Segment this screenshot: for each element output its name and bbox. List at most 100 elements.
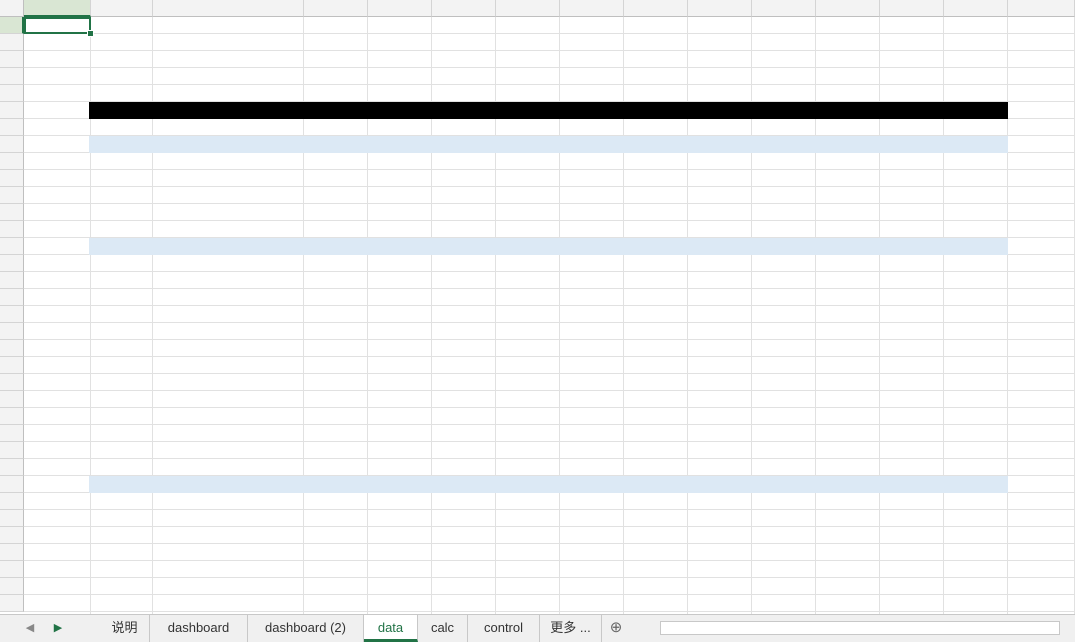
data-cell[interactable] — [880, 289, 941, 306]
data-cell[interactable] — [880, 255, 941, 272]
data-cell[interactable] — [560, 289, 621, 306]
data-cell[interactable] — [624, 493, 685, 510]
data-cell[interactable] — [688, 510, 749, 527]
data-cell[interactable] — [880, 187, 941, 204]
data-cell[interactable] — [624, 187, 685, 204]
sheet-tab-control[interactable]: control — [468, 615, 540, 642]
data-cell[interactable] — [944, 527, 1005, 544]
data-cell[interactable] — [816, 323, 877, 340]
sheet-tab-calc[interactable]: calc — [418, 615, 468, 642]
data-cell[interactable] — [496, 204, 557, 221]
data-cell[interactable] — [304, 272, 365, 289]
data-cell[interactable] — [368, 204, 429, 221]
data-cell[interactable] — [496, 255, 557, 272]
sheet-tab-[interactable]: 说明 — [100, 615, 150, 642]
data-cell[interactable] — [432, 323, 493, 340]
row-header-9[interactable] — [0, 153, 24, 170]
row-header-14[interactable] — [0, 238, 24, 255]
row-header-33[interactable] — [0, 561, 24, 578]
data-cell[interactable] — [432, 544, 493, 561]
data-cell[interactable] — [816, 255, 877, 272]
active-cell-a1[interactable] — [24, 17, 91, 34]
data-cell[interactable] — [880, 561, 941, 578]
row-header-20[interactable] — [0, 340, 24, 357]
data-cell[interactable] — [816, 374, 877, 391]
data-cell[interactable] — [432, 306, 493, 323]
data-cell[interactable] — [880, 272, 941, 289]
data-cell[interactable] — [560, 544, 621, 561]
column-header-a[interactable] — [24, 0, 91, 17]
data-cell[interactable] — [624, 204, 685, 221]
data-cell[interactable] — [304, 493, 365, 510]
data-cell[interactable] — [368, 578, 429, 595]
data-cell[interactable] — [304, 527, 365, 544]
data-cell[interactable] — [688, 204, 749, 221]
data-cell[interactable] — [368, 170, 429, 187]
row-header-35[interactable] — [0, 595, 24, 612]
data-cell[interactable] — [496, 153, 557, 170]
data-cell[interactable] — [432, 272, 493, 289]
data-cell[interactable] — [816, 340, 877, 357]
data-cell[interactable] — [944, 306, 1005, 323]
row-header-13[interactable] — [0, 221, 24, 238]
data-cell[interactable] — [752, 255, 813, 272]
data-cell[interactable] — [880, 204, 941, 221]
data-cell[interactable] — [496, 340, 557, 357]
data-cell[interactable] — [752, 272, 813, 289]
data-cell[interactable] — [496, 272, 557, 289]
data-cell[interactable] — [816, 187, 877, 204]
data-cell[interactable] — [944, 153, 1005, 170]
fill-handle[interactable] — [87, 30, 94, 37]
data-cell[interactable] — [368, 153, 429, 170]
data-cell[interactable] — [304, 153, 365, 170]
data-cell[interactable] — [368, 442, 429, 459]
data-cell[interactable] — [560, 425, 621, 442]
data-cell[interactable] — [752, 374, 813, 391]
data-cell[interactable] — [432, 510, 493, 527]
data-cell[interactable] — [304, 255, 365, 272]
data-cell[interactable] — [368, 255, 429, 272]
row-header-22[interactable] — [0, 374, 24, 391]
data-cell[interactable] — [816, 408, 877, 425]
data-cell[interactable] — [944, 204, 1005, 221]
row-header-23[interactable] — [0, 391, 24, 408]
data-cell[interactable] — [624, 306, 685, 323]
data-cell[interactable] — [752, 493, 813, 510]
data-cell[interactable] — [624, 323, 685, 340]
data-cell[interactable] — [752, 289, 813, 306]
data-cell[interactable] — [368, 340, 429, 357]
row-header-25[interactable] — [0, 425, 24, 442]
data-cell[interactable] — [688, 374, 749, 391]
data-cell[interactable] — [944, 374, 1005, 391]
data-cell[interactable] — [304, 289, 365, 306]
data-cell[interactable] — [368, 544, 429, 561]
data-cell[interactable] — [688, 323, 749, 340]
data-cell[interactable] — [560, 204, 621, 221]
data-cell[interactable] — [368, 289, 429, 306]
data-cell[interactable] — [816, 272, 877, 289]
data-cell[interactable] — [560, 374, 621, 391]
data-cell[interactable] — [432, 187, 493, 204]
data-cell[interactable] — [880, 527, 941, 544]
data-cell[interactable] — [944, 425, 1005, 442]
data-cell[interactable] — [752, 306, 813, 323]
data-cell[interactable] — [368, 323, 429, 340]
data-cell[interactable] — [816, 170, 877, 187]
data-cell[interactable] — [944, 442, 1005, 459]
data-cell[interactable] — [816, 153, 877, 170]
data-cell[interactable] — [944, 187, 1005, 204]
data-cell[interactable] — [944, 289, 1005, 306]
data-cell[interactable] — [944, 323, 1005, 340]
spreadsheet-grid[interactable] — [0, 0, 1075, 614]
data-cell[interactable] — [624, 153, 685, 170]
data-cell[interactable] — [688, 187, 749, 204]
data-cell[interactable] — [624, 544, 685, 561]
row-header-12[interactable] — [0, 204, 24, 221]
data-cell[interactable] — [368, 306, 429, 323]
data-cell[interactable] — [368, 391, 429, 408]
data-cell[interactable] — [304, 374, 365, 391]
data-cell[interactable] — [880, 425, 941, 442]
row-header-4[interactable] — [0, 68, 24, 85]
data-cell[interactable] — [816, 493, 877, 510]
data-cell[interactable] — [752, 170, 813, 187]
